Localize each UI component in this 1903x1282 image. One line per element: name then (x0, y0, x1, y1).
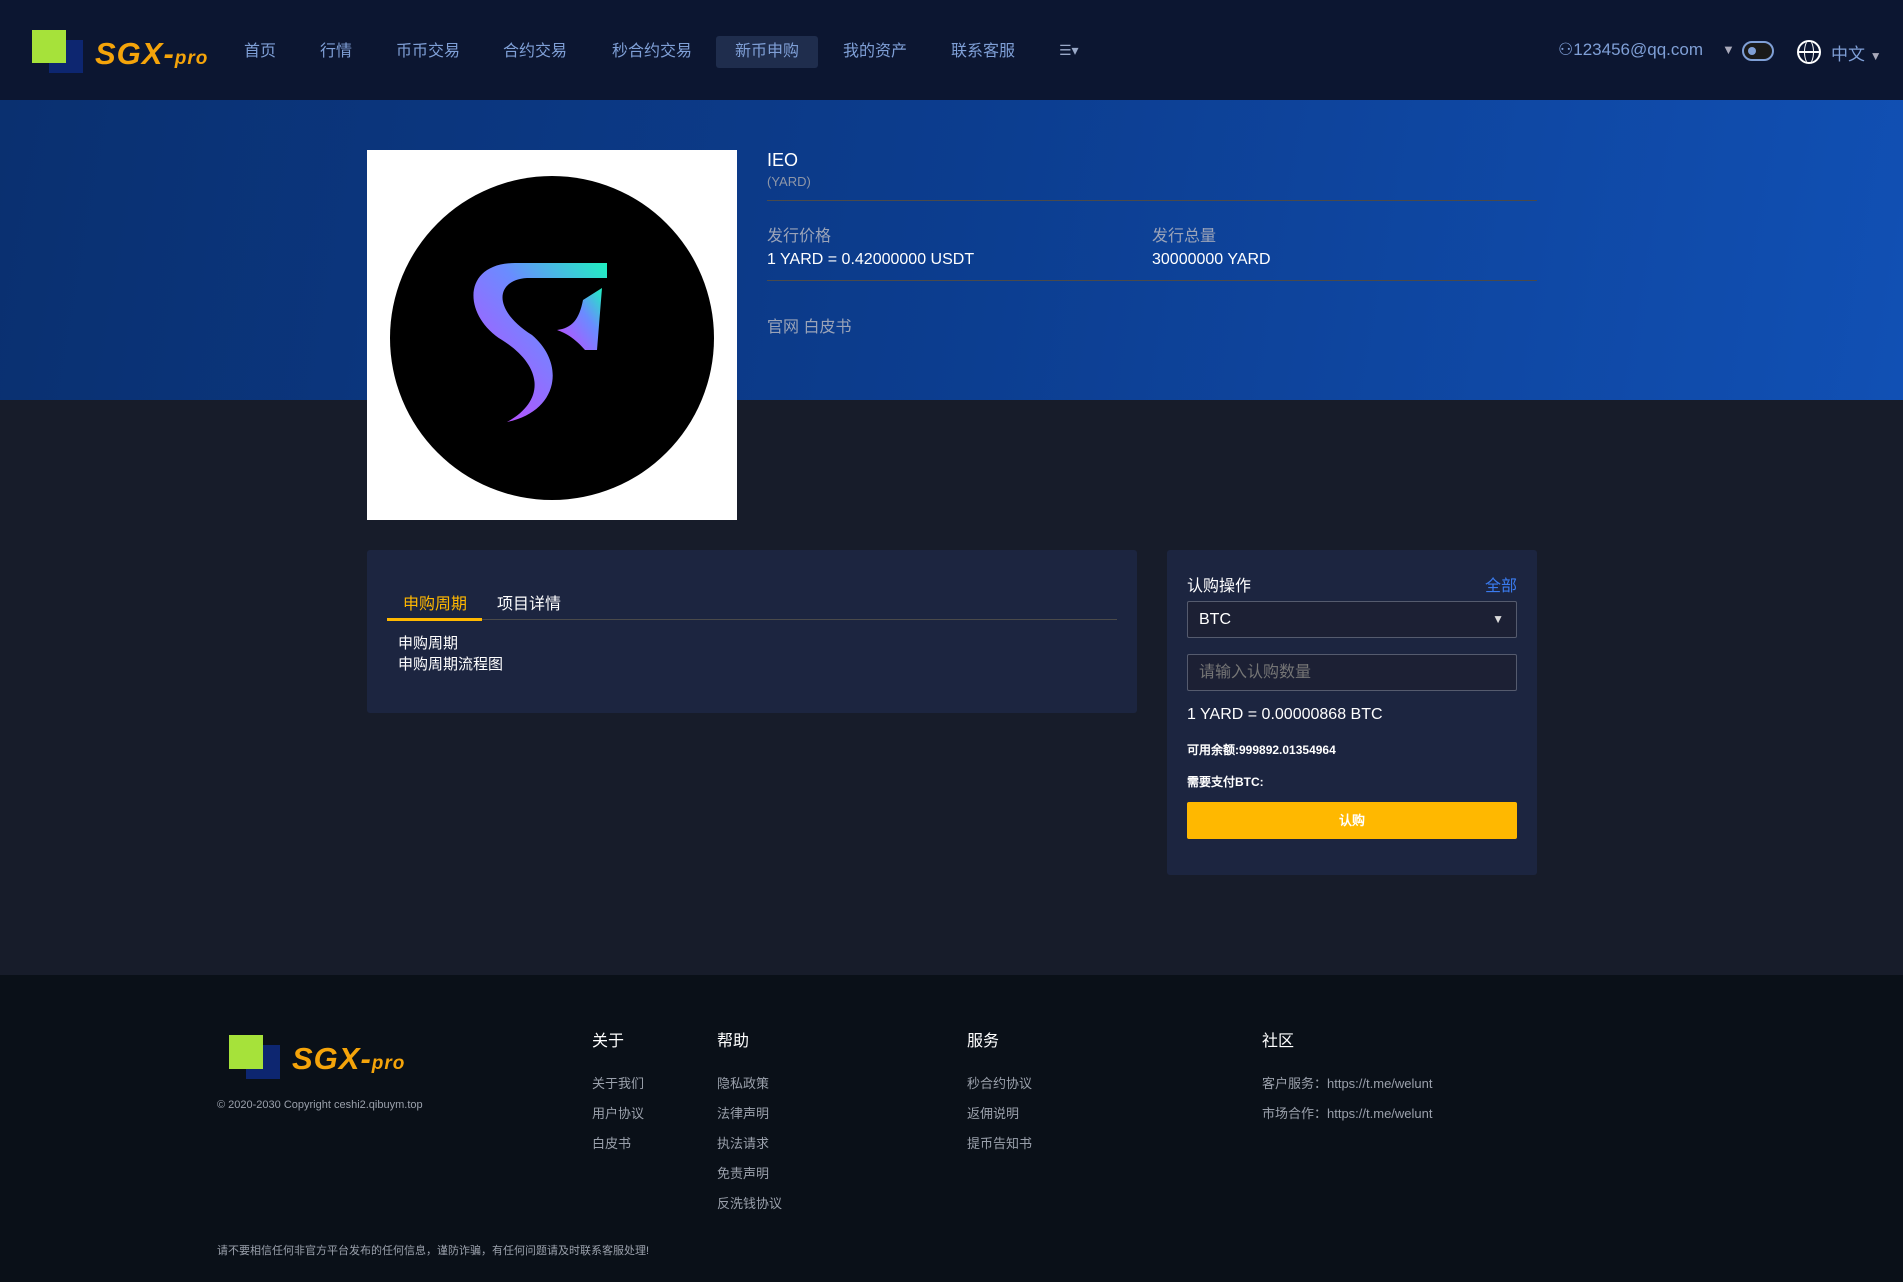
globe-icon[interactable] (1797, 40, 1821, 64)
footer-link[interactable]: 用户协议 (592, 1103, 644, 1122)
footer-link[interactable]: 返佣说明 (967, 1103, 1019, 1122)
nav-home[interactable]: 首页 (225, 36, 295, 68)
footer-link[interactable]: 白皮书 (592, 1133, 631, 1152)
language-label: 中文 (1831, 45, 1865, 64)
exchange-rate: 1 YARD = 0.00000868 BTC (1187, 706, 1383, 723)
tab-divider (387, 619, 1117, 620)
coin-links: 官网 白皮书 (767, 313, 851, 337)
logo-text: SGX-pro (292, 1041, 405, 1077)
footer-heading-service: 服务 (967, 1033, 1000, 1050)
tab-project-details[interactable]: 项目详情 (497, 590, 561, 614)
footer-link[interactable]: 关于我们 (592, 1073, 644, 1092)
site-logo[interactable]: SGX-pro (32, 30, 217, 75)
nav-new-coin-subscription[interactable]: 新币申购 (716, 36, 819, 68)
all-link[interactable]: 全部 (1485, 572, 1517, 596)
coin-symbol: (YARD) (767, 174, 811, 189)
nav-second-contract[interactable]: 秒合约交易 (593, 36, 711, 68)
language-caret-icon: ▼ (1869, 49, 1882, 63)
user-icon: ⚇ (1558, 40, 1574, 59)
currency-value: BTC (1199, 611, 1231, 628)
issue-total-value: 30000000 YARD (1152, 251, 1271, 268)
nav-customer-service[interactable]: 联系客服 (932, 36, 1034, 68)
issue-total-label: 发行总量 (1152, 228, 1217, 245)
logo-main: SGX- (292, 1041, 372, 1076)
logo-main: SGX- (95, 36, 175, 71)
logo-text: SGX-pro (95, 36, 208, 72)
nav-contract-trading[interactable]: 合约交易 (484, 36, 586, 68)
chevron-down-icon: ▼ (1492, 612, 1504, 626)
active-tab-indicator (387, 618, 482, 621)
currency-select[interactable]: BTC ▼ (1187, 601, 1517, 638)
footer-logo: SGX-pro (229, 1035, 414, 1080)
nav-my-assets[interactable]: 我的资产 (824, 36, 926, 68)
footer-link[interactable]: 客户服务：https://t.me/welunt (1262, 1073, 1433, 1092)
tab-content: 申购周期 申购周期流程图 (398, 633, 503, 675)
nav-market[interactable]: 行情 (301, 36, 371, 68)
divider (767, 200, 1537, 201)
divider (767, 280, 1537, 281)
footer-link[interactable]: 提币告知书 (967, 1133, 1032, 1152)
user-email: 123456@qq.com (1573, 40, 1703, 59)
subscribe-button[interactable]: 认购 (1187, 802, 1517, 839)
footer-link[interactable]: 隐私政策 (717, 1073, 769, 1092)
footer: SGX-pro © 2020-2030 Copyright ceshi2.qib… (0, 975, 1903, 1282)
footer-link[interactable]: 免责声明 (717, 1163, 769, 1182)
issue-price-label: 发行价格 (767, 228, 832, 245)
footer-link[interactable]: 秒合约协议 (967, 1073, 1032, 1092)
subscribe-panel: 认购操作 全部 BTC ▼ 1 YARD = 0.00000868 BTC 可用… (1167, 550, 1537, 875)
copyright: © 2020-2030 Copyright ceshi2.qibuym.top (217, 1099, 423, 1111)
footer-heading-community: 社区 (1262, 1033, 1295, 1050)
nav-spot-trading[interactable]: 币币交易 (377, 36, 479, 68)
content-line: 申购周期流程图 (398, 656, 504, 673)
coin-banner (0, 100, 1903, 400)
footer-link[interactable]: 法律声明 (717, 1103, 769, 1122)
language-selector[interactable]: 中文 ▼ (1831, 40, 1882, 65)
project-tabs-panel: 申购周期 项目详情 申购周期 申购周期流程图 (367, 550, 1137, 713)
need-pay: 需要支付BTC: (1187, 775, 1264, 789)
logo-mark-front (229, 1035, 263, 1069)
available-balance: 可用余额:999892.01354964 (1187, 743, 1336, 757)
subscribe-title: 认购操作 (1187, 578, 1252, 595)
logo-mark-front (32, 30, 66, 63)
issue-price-value: 1 YARD = 0.42000000 USDT (767, 251, 975, 268)
footer-heading-help: 帮助 (717, 1033, 750, 1050)
coin-name: IEO (767, 150, 799, 170)
coin-logo-image (367, 150, 737, 520)
footer-link[interactable]: 执法请求 (717, 1133, 769, 1152)
amount-input[interactable] (1187, 654, 1517, 691)
coin-logo-icon (390, 176, 714, 500)
more-menu-icon[interactable]: ☰▾ (1059, 42, 1079, 59)
user-dropdown-caret-icon[interactable]: ▼ (1722, 42, 1735, 57)
footer-heading-about: 关于 (592, 1033, 625, 1050)
footer-link[interactable]: 市场合作：https://t.me/welunt (1262, 1103, 1433, 1122)
toggle-knob (1748, 47, 1756, 55)
content-line: 申购周期 (398, 635, 459, 652)
logo-suffix: pro (174, 48, 209, 69)
whitepaper-link[interactable]: 白皮书 (803, 319, 851, 336)
top-nav-bar: SGX-pro 首页 行情 币币交易 合约交易 秒合约交易 新币申购 我的资产 … (0, 0, 1903, 100)
tab-subscription-period[interactable]: 申购周期 (403, 590, 467, 614)
website-link[interactable]: 官网 (767, 319, 799, 336)
footer-link[interactable]: 反洗钱协议 (717, 1193, 782, 1212)
scam-warning: 请不要相信任何非官方平台发布的任何信息，谨防诈骗，有任何问题请及时联系客服处理! (217, 1245, 650, 1257)
user-account[interactable]: ⚇123456@qq.com (1558, 40, 1703, 60)
logo-suffix: pro (371, 1053, 406, 1074)
theme-toggle[interactable] (1742, 41, 1774, 61)
